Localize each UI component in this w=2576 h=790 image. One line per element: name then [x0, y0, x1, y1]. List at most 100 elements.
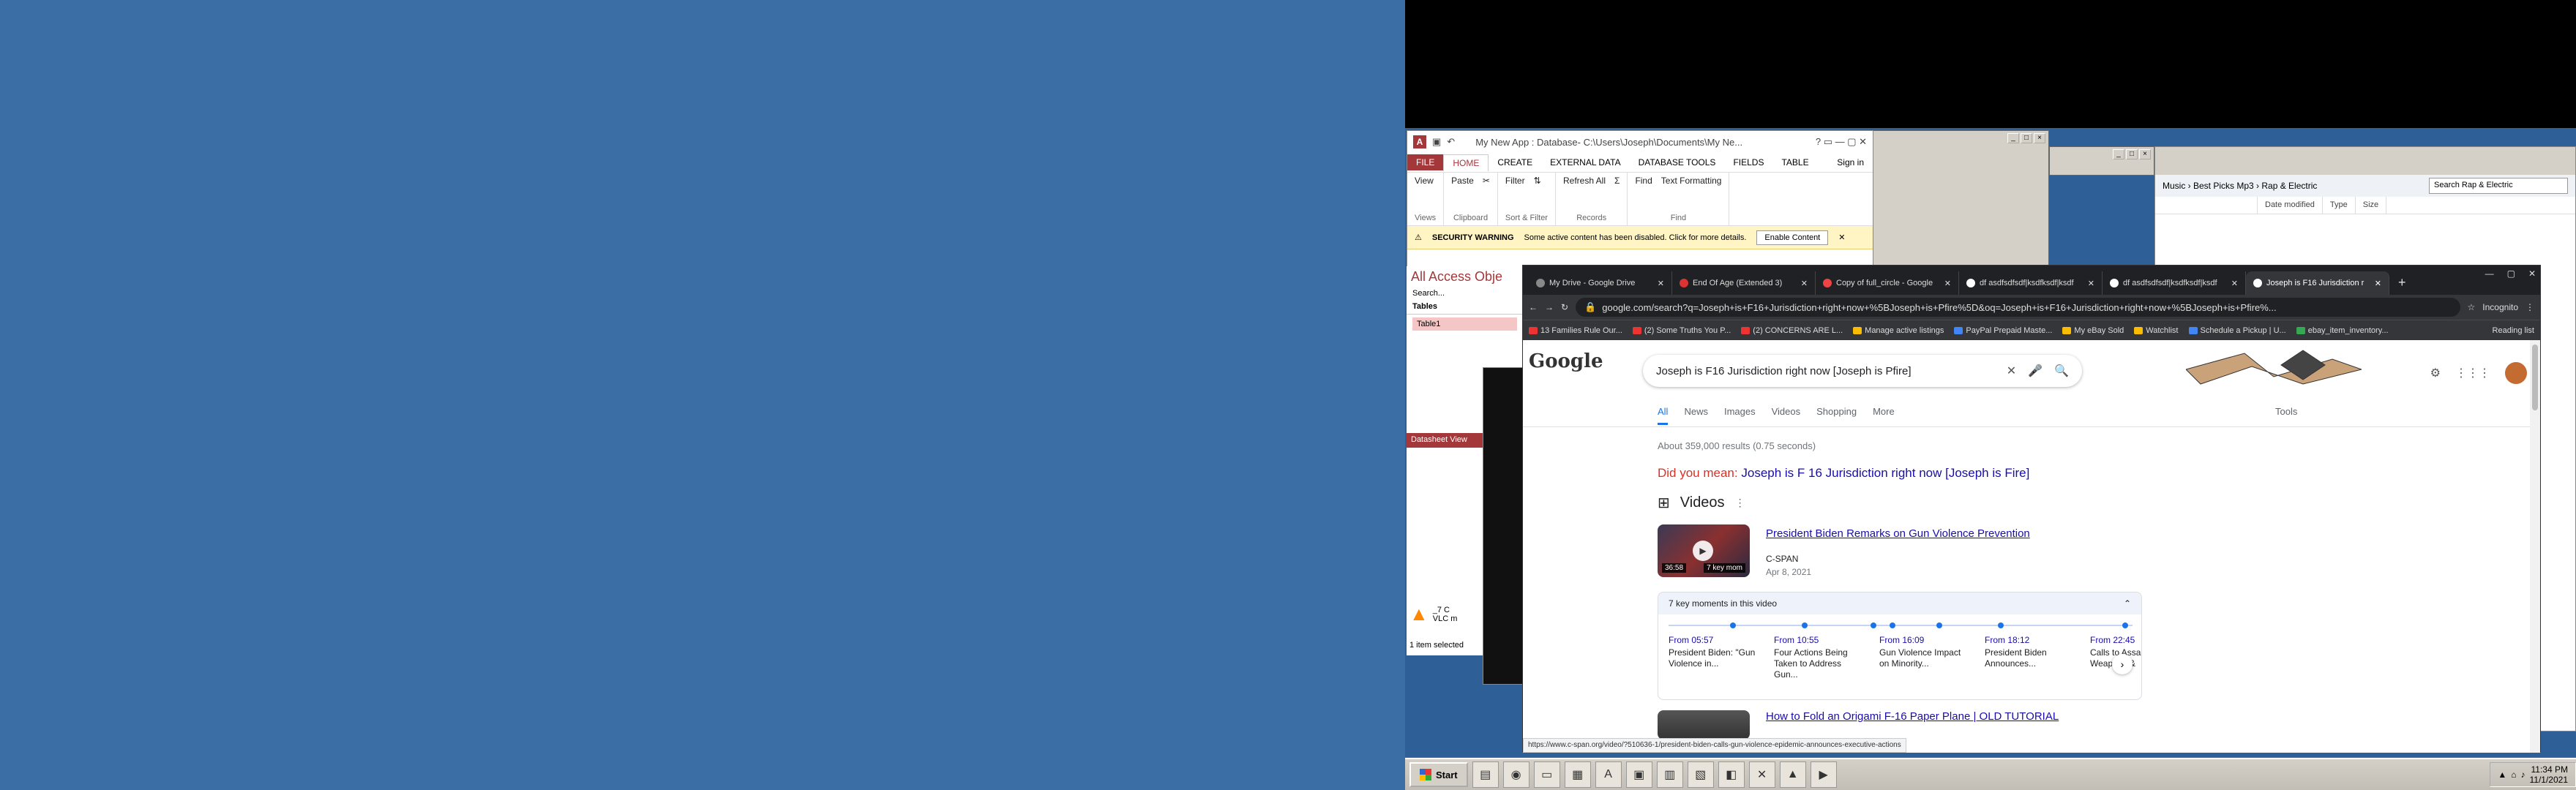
tab-external-data[interactable]: EXTERNAL DATA	[1541, 154, 1629, 170]
maximize-icon[interactable]: □	[2021, 133, 2032, 143]
app-icon[interactable]: ▣	[1625, 761, 1652, 788]
tray-icon[interactable]: ▲	[2498, 770, 2506, 780]
bookmark[interactable]: Watchlist	[2134, 326, 2179, 335]
background-window-small[interactable]: _ □ ×	[2049, 146, 2154, 176]
google-logo[interactable]: Google	[1529, 350, 1603, 372]
vlc-icon[interactable]: ▲	[1779, 761, 1806, 788]
media-player-icon[interactable]: ▶	[1810, 761, 1837, 788]
settings-icon[interactable]: ⚙	[2430, 366, 2441, 380]
bookmark[interactable]: PayPal Prepaid Maste...	[1954, 326, 2052, 335]
minimize-icon[interactable]: _	[2113, 149, 2124, 159]
new-tab-icon[interactable]: +	[2389, 275, 2415, 295]
tab-create[interactable]: CREATE	[1489, 154, 1541, 170]
key-moment[interactable]: From 18:12 President Biden Announces...	[1985, 635, 2077, 680]
cut-icon[interactable]: ✂	[1483, 176, 1490, 186]
chrome-window[interactable]: My Drive - Google Drive ✕ End Of Age (Ext…	[1522, 265, 2541, 753]
tab-table[interactable]: TABLE	[1772, 154, 1817, 170]
background-window[interactable]: _ □ ×	[1859, 130, 2049, 269]
minimize-icon[interactable]: _	[2007, 133, 2019, 143]
nav-search-input[interactable]: Search...	[1407, 287, 1523, 299]
folder-icon[interactable]: ▭	[1533, 761, 1560, 788]
video-thumbnail[interactable]	[1658, 710, 1750, 740]
file-explorer-icon[interactable]: ▤	[1472, 761, 1499, 788]
star-icon[interactable]: ☆	[2468, 302, 2476, 312]
browser-tab[interactable]: My Drive - Google Drive ✕	[1529, 271, 1672, 295]
media-player-window[interactable]	[1483, 367, 1525, 685]
tab-videos[interactable]: Videos	[1772, 406, 1801, 425]
refresh-all-button[interactable]: Refresh All	[1563, 176, 1606, 186]
browser-tab[interactable]: End Of Age (Extended 3) ✕	[1672, 271, 1816, 295]
menu-icon[interactable]: ⋮	[2526, 302, 2534, 312]
app-icon[interactable]: ◧	[1718, 761, 1745, 788]
timeline-marker[interactable]	[1998, 622, 2004, 628]
tab-database-tools[interactable]: DATABASE TOOLS	[1630, 154, 1725, 170]
key-moment[interactable]: From 05:57 President Biden: "Gun Violence…	[1669, 635, 1761, 680]
sort-icon[interactable]: ⇅	[1534, 176, 1541, 186]
bookmark[interactable]: Schedule a Pickup | U...	[2188, 326, 2286, 335]
explorer-search-input[interactable]: Search Rap & Electric	[2429, 178, 2568, 194]
apps-grid-icon[interactable]: ⋮⋮⋮	[2455, 366, 2490, 380]
close-tab-icon[interactable]: ✕	[2375, 279, 2381, 288]
chrome-icon[interactable]: ◉	[1502, 761, 1530, 788]
url-text[interactable]: google.com/search?q=Joseph+is+F16+Jurisd…	[1602, 302, 2276, 313]
nav-pane-title[interactable]: All Access Obje	[1407, 266, 1523, 287]
nav-item-table1[interactable]: Table1	[1412, 317, 1517, 331]
network-icon[interactable]: ⌂	[2511, 770, 2516, 780]
sign-in-link[interactable]: Sign in	[1828, 154, 1873, 170]
key-moment[interactable]: From 10:55 Four Actions Being Taken to Ad…	[1774, 635, 1866, 680]
forward-icon[interactable]: →	[1545, 302, 1554, 312]
browser-tab[interactable]: df asdfsdfsdf|ksdfksdf|ksdf ✕	[2103, 271, 2246, 295]
tab-shopping[interactable]: Shopping	[1816, 406, 1857, 425]
doodle-artwork[interactable]	[2186, 347, 2362, 390]
tab-home[interactable]: HOME	[1443, 154, 1489, 171]
bookmark[interactable]: ebay_item_inventory...	[2296, 326, 2389, 335]
column-header[interactable]	[2155, 197, 2258, 214]
tools-button[interactable]: Tools	[2275, 406, 2297, 417]
column-header-date[interactable]: Date modified	[2258, 197, 2323, 214]
app-icon[interactable]: ▥	[1656, 761, 1683, 788]
video-thumbnail[interactable]: ▶ 36:58 7 key mom	[1658, 524, 1750, 577]
timeline-marker[interactable]	[1730, 622, 1736, 628]
avatar[interactable]	[2505, 362, 2527, 384]
more-options-icon[interactable]: ⋮	[1735, 497, 1745, 509]
close-tab-icon[interactable]: ✕	[2088, 279, 2094, 288]
scrollbar-thumb[interactable]	[2532, 345, 2538, 410]
chevron-up-icon[interactable]: ⌃	[2124, 598, 2131, 609]
save-icon[interactable]: ▣	[1432, 136, 1441, 148]
bookmark[interactable]: (2) Some Truths You P...	[1632, 326, 1731, 335]
video-result[interactable]: ▶ 36:58 7 key mom President Biden Remark…	[1658, 524, 2170, 583]
bookmark[interactable]: (2) CONCERNS ARE L...	[1741, 326, 1843, 335]
undo-icon[interactable]: ↶	[1447, 136, 1455, 148]
filter-button[interactable]: Filter	[1505, 176, 1525, 186]
clear-icon[interactable]: ✕	[2007, 364, 2016, 378]
tab-images[interactable]: Images	[1724, 406, 1756, 425]
address-bar[interactable]: 🔒 google.com/search?q=Joseph+is+F16+Juri…	[1576, 298, 2460, 317]
key-moments-header[interactable]: 7 key moments in this video ⌃	[1658, 592, 2141, 614]
reload-icon[interactable]: ↻	[1561, 302, 1568, 312]
nav-section-tables[interactable]: Tables	[1407, 299, 1523, 315]
column-header-type[interactable]: Type	[2323, 197, 2356, 214]
bookmark[interactable]: 13 Families Rule Our...	[1529, 326, 1622, 335]
search-icon[interactable]: 🔍	[2054, 364, 2069, 378]
timeline-marker[interactable]	[1871, 622, 1876, 628]
tab-news[interactable]: News	[1684, 406, 1708, 425]
timeline-marker[interactable]	[2122, 622, 2128, 628]
column-header-size[interactable]: Size	[2356, 197, 2387, 214]
text-formatting-button[interactable]: Text Formatting	[1661, 176, 1722, 186]
access-titlebar[interactable]: A ▣ ↶ My New App : Database- C:\Users\Jo…	[1407, 131, 1873, 153]
search-input[interactable]: Joseph is F16 Jurisdiction right now [Jo…	[1643, 355, 2082, 387]
explorer-titlebar[interactable]	[2155, 147, 2575, 175]
find-button[interactable]: Find	[1635, 176, 1652, 186]
did-you-mean-link[interactable]: Joseph is F 16 Jurisdiction right now [J…	[1741, 466, 2029, 480]
volume-icon[interactable]: ♪	[2521, 770, 2526, 780]
close-tab-icon[interactable]: ✕	[1944, 279, 1951, 288]
timeline-marker[interactable]	[1802, 622, 1808, 628]
key-moment[interactable]: From 16:09 Gun Violence Impact on Minorit…	[1879, 635, 1972, 680]
tab-all[interactable]: All	[1658, 406, 1669, 425]
scrollbar[interactable]	[2530, 340, 2540, 753]
clock[interactable]: 11:34 PM 11/1/2021	[2530, 764, 2569, 785]
close-tab-icon[interactable]: ✕	[1801, 279, 1808, 288]
window-controls[interactable]: ? ▭ — ▢ ✕	[1816, 136, 1867, 148]
maximize-icon[interactable]: □	[2126, 149, 2138, 159]
video-title-link[interactable]: President Biden Remarks on Gun Violence …	[1766, 527, 2030, 540]
